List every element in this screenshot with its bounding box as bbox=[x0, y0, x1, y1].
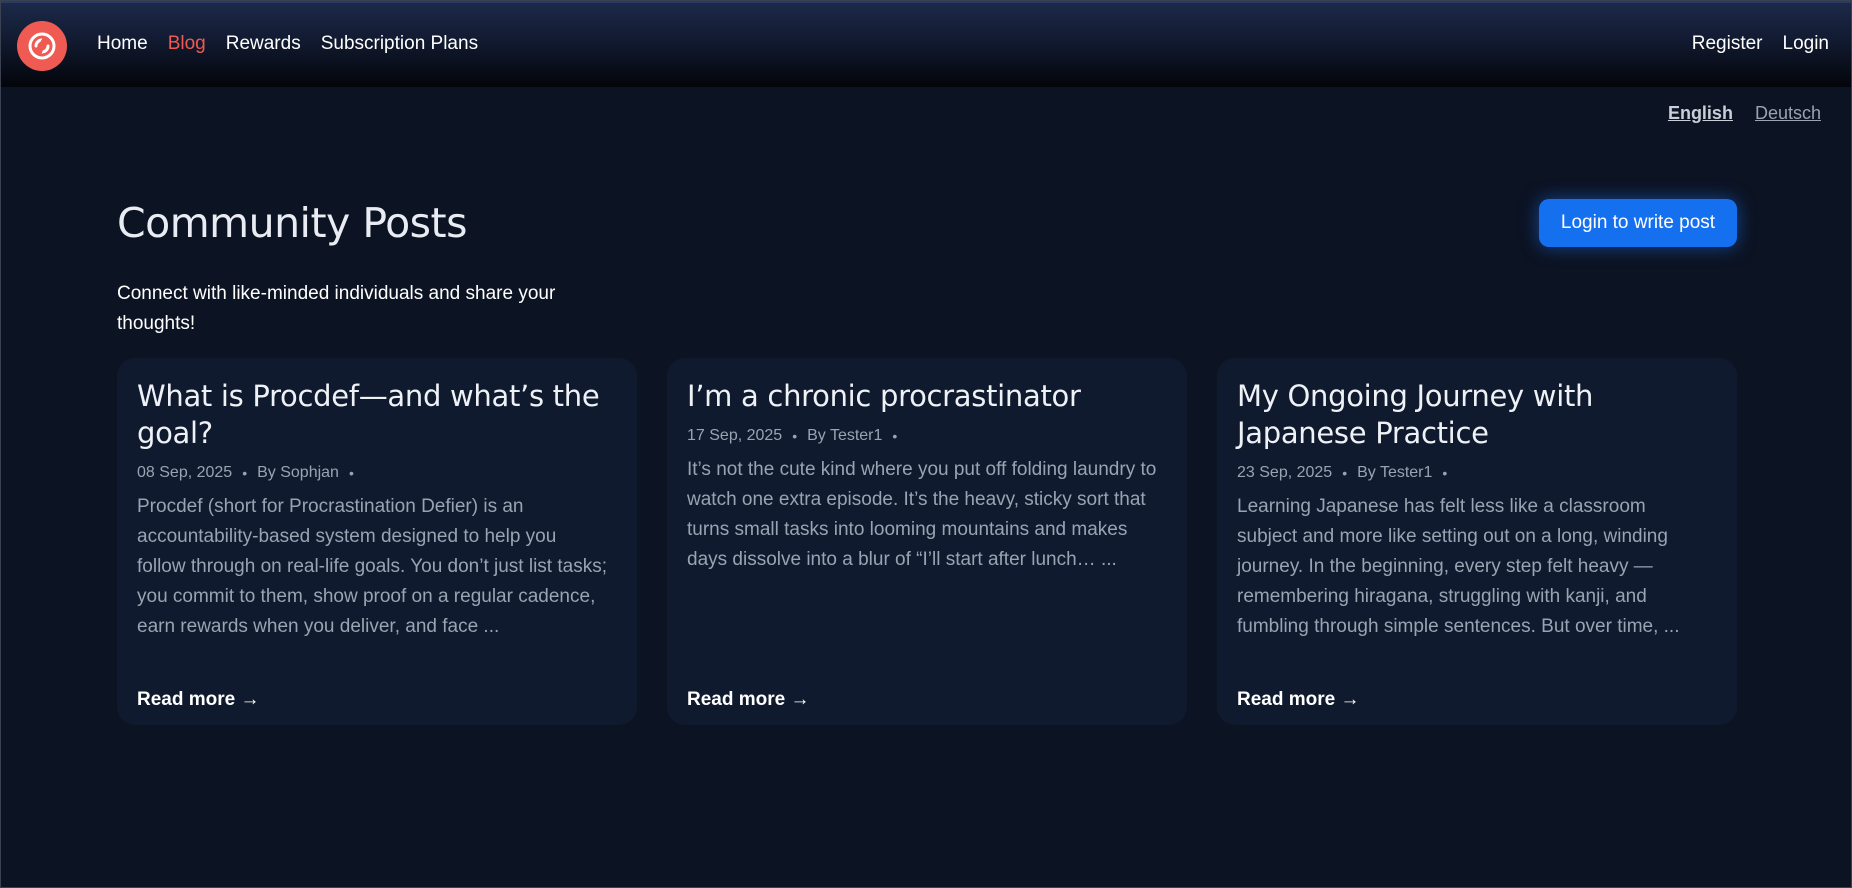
separator-dot: • bbox=[348, 465, 354, 481]
page-subtitle: Connect with like-minded individuals and… bbox=[117, 283, 556, 334]
read-more-link[interactable]: Read more → bbox=[687, 689, 809, 711]
post-meta: 08 Sep, 2025 • By Sophjan • bbox=[137, 464, 617, 482]
post-meta: 17 Sep, 2025 • By Tester1 • bbox=[687, 427, 1167, 445]
post-date: 08 Sep, 2025 bbox=[137, 464, 233, 481]
post-card: What is Procdef—and what’s the goal? 08 … bbox=[117, 358, 637, 725]
separator-dot: • bbox=[1342, 465, 1348, 481]
post-author: By Tester1 bbox=[1357, 464, 1433, 481]
post-date: 23 Sep, 2025 bbox=[1237, 464, 1333, 481]
separator-dot: • bbox=[792, 428, 798, 444]
post-excerpt: Learning Japanese has felt less like a c… bbox=[1237, 496, 1680, 637]
language-deutsch-link[interactable]: Deutsch bbox=[1755, 103, 1821, 124]
auth-links: Register Login bbox=[1692, 33, 1829, 55]
procdef-logo-icon[interactable] bbox=[17, 21, 67, 71]
navbar: Home Blog Rewards Subscription Plans Reg… bbox=[1, 1, 1851, 87]
separator-dot: • bbox=[892, 428, 898, 444]
read-more-link[interactable]: Read more → bbox=[137, 689, 259, 711]
post-meta: 23 Sep, 2025 • By Tester1 • bbox=[1237, 464, 1717, 482]
post-author: By Tester1 bbox=[807, 427, 883, 444]
nav-link-home[interactable]: Home bbox=[97, 33, 148, 55]
register-link[interactable]: Register bbox=[1692, 33, 1763, 55]
separator-dot: • bbox=[242, 465, 248, 481]
login-link[interactable]: Login bbox=[1783, 33, 1830, 55]
read-more-link[interactable]: Read more → bbox=[1237, 689, 1359, 711]
page: Home Blog Rewards Subscription Plans Reg… bbox=[0, 0, 1852, 888]
post-title[interactable]: My Ongoing Journey with Japanese Practic… bbox=[1237, 378, 1717, 452]
post-date: 17 Sep, 2025 bbox=[687, 427, 783, 444]
page-title: Community Posts bbox=[117, 199, 467, 247]
post-title[interactable]: What is Procdef—and what’s the goal? bbox=[137, 378, 617, 452]
language-switcher: English Deutsch bbox=[1668, 103, 1821, 124]
nav-link-blog[interactable]: Blog bbox=[168, 33, 206, 55]
post-card: My Ongoing Journey with Japanese Practic… bbox=[1217, 358, 1737, 725]
language-english-link[interactable]: English bbox=[1668, 103, 1733, 124]
nav-link-rewards[interactable]: Rewards bbox=[226, 33, 301, 55]
post-excerpt: It’s not the cute kind where you put off… bbox=[687, 459, 1157, 570]
post-card: I’m a chronic procrastinator 17 Sep, 202… bbox=[667, 358, 1187, 725]
nav-link-subscription-plans[interactable]: Subscription Plans bbox=[321, 33, 478, 55]
separator-dot: • bbox=[1442, 465, 1448, 481]
post-author: By Sophjan bbox=[257, 464, 339, 481]
logo-glyph bbox=[28, 32, 56, 60]
main-nav: Home Blog Rewards Subscription Plans bbox=[97, 33, 478, 55]
post-title[interactable]: I’m a chronic procrastinator bbox=[687, 378, 1167, 415]
post-excerpt: Procdef (short for Procrastination Defie… bbox=[137, 496, 607, 637]
login-to-write-post-button[interactable]: Login to write post bbox=[1539, 199, 1737, 247]
